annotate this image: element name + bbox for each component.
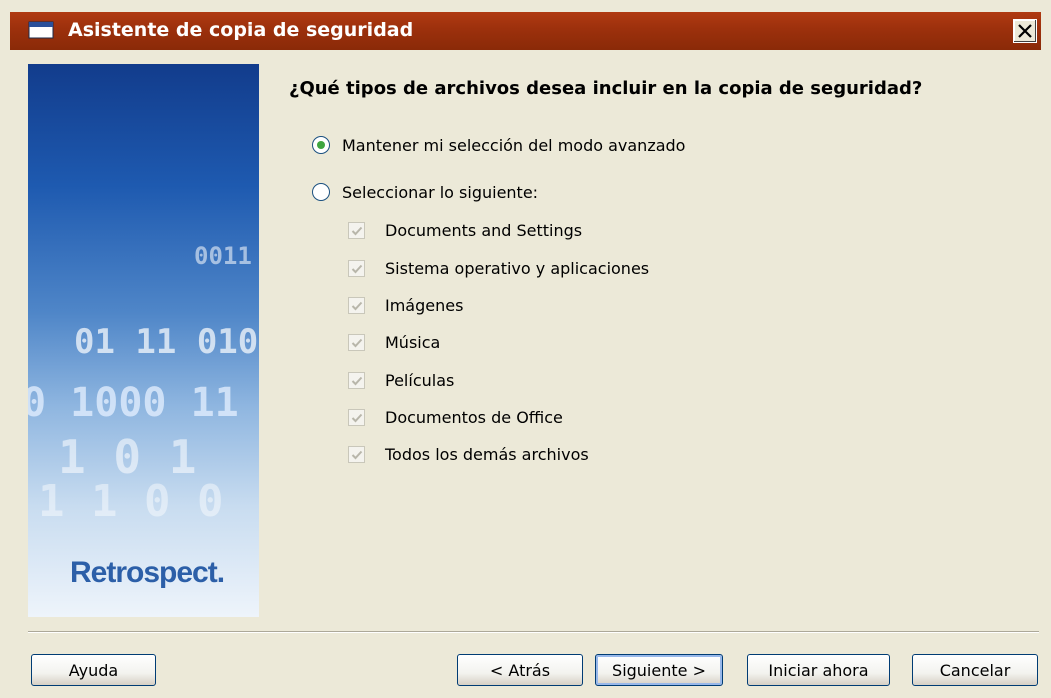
- footer-separator: [28, 631, 1039, 633]
- backup-wizard-window: Asistente de copia de seguridad 0011 01 …: [0, 0, 1051, 698]
- binary-decoration: 01 11 010: [74, 322, 259, 362]
- checkbox-disabled-checked[interactable]: [348, 221, 365, 239]
- checkmark-icon: [351, 226, 363, 235]
- checkmark-icon: [351, 450, 363, 459]
- checkbox-label: Música: [385, 332, 441, 352]
- option-label: Seleccionar lo siguiente:: [342, 182, 539, 202]
- cancel-button[interactable]: Cancelar: [912, 654, 1038, 686]
- retrospect-logo: Retrospect.: [70, 556, 225, 589]
- back-button-label: < Atrás: [489, 660, 551, 680]
- help-button[interactable]: Ayuda: [31, 654, 156, 686]
- next-button[interactable]: Siguiente >: [595, 654, 723, 686]
- checkbox-label: Sistema operativo y aplicaciones: [385, 258, 650, 278]
- start-now-button[interactable]: Iniciar ahora: [747, 654, 890, 686]
- checkbox-label: Documentos de Office: [385, 407, 563, 427]
- checkmark-icon: [351, 301, 363, 310]
- checkbox-label: Documents and Settings: [385, 220, 583, 240]
- close-icon: [1018, 24, 1032, 38]
- checkbox-label: Imágenes: [385, 295, 464, 315]
- next-button-label: Siguiente >: [612, 660, 706, 680]
- checkbox-disabled-checked[interactable]: [348, 445, 365, 463]
- checkbox-disabled-checked[interactable]: [348, 333, 365, 351]
- checkbox-images[interactable]: Imágenes: [348, 293, 463, 317]
- wizard-question: ¿Qué tipos de archivos desea incluir en …: [289, 78, 923, 99]
- checkbox-disabled-checked[interactable]: [348, 259, 365, 277]
- binary-decoration: 0 1000 11: [28, 380, 239, 426]
- checkbox-disabled-checked[interactable]: [348, 296, 365, 314]
- start-now-button-label: Iniciar ahora: [768, 660, 869, 680]
- option-label: Mantener mi selección del modo avanzado: [342, 135, 686, 155]
- checkbox-label: Películas: [385, 370, 455, 390]
- radio-button[interactable]: [312, 183, 330, 201]
- radio-button-selected[interactable]: [312, 136, 330, 154]
- checkbox-movies[interactable]: Películas: [348, 368, 454, 392]
- checkbox-music[interactable]: Música: [348, 330, 440, 354]
- help-button-label: Ayuda: [68, 660, 119, 680]
- option-select-following[interactable]: Seleccionar lo siguiente:: [312, 180, 538, 204]
- checkbox-office-documents[interactable]: Documentos de Office: [348, 405, 563, 429]
- checkbox-disabled-checked[interactable]: [348, 408, 365, 426]
- back-button[interactable]: < Atrás: [457, 654, 583, 686]
- checkbox-all-other-files[interactable]: Todos los demás archivos: [348, 442, 589, 466]
- window-title: Asistente de copia de seguridad: [68, 19, 414, 41]
- checkbox-disabled-checked[interactable]: [348, 371, 365, 389]
- option-keep-advanced-selection[interactable]: Mantener mi selección del modo avanzado: [312, 133, 685, 157]
- title-bar[interactable]: Asistente de copia de seguridad: [10, 12, 1041, 50]
- close-button[interactable]: [1013, 19, 1037, 43]
- checkmark-icon: [351, 338, 363, 347]
- checkmark-icon: [351, 376, 363, 385]
- binary-decoration: 1 1 0 0: [38, 476, 224, 527]
- checkbox-label: Todos los demás archivos: [385, 444, 589, 464]
- wizard-banner-image: 0011 01 11 010 0 1000 11 1 0 1 1 1 0 0 R…: [28, 64, 259, 617]
- checkmark-icon: [351, 264, 363, 273]
- checkbox-os-and-applications[interactable]: Sistema operativo y aplicaciones: [348, 256, 649, 280]
- checkmark-icon: [351, 413, 363, 422]
- window-icon: [28, 21, 54, 39]
- cancel-button-label: Cancelar: [939, 660, 1011, 680]
- checkbox-documents-and-settings[interactable]: Documents and Settings: [348, 218, 582, 242]
- binary-decoration: 0011: [194, 242, 252, 270]
